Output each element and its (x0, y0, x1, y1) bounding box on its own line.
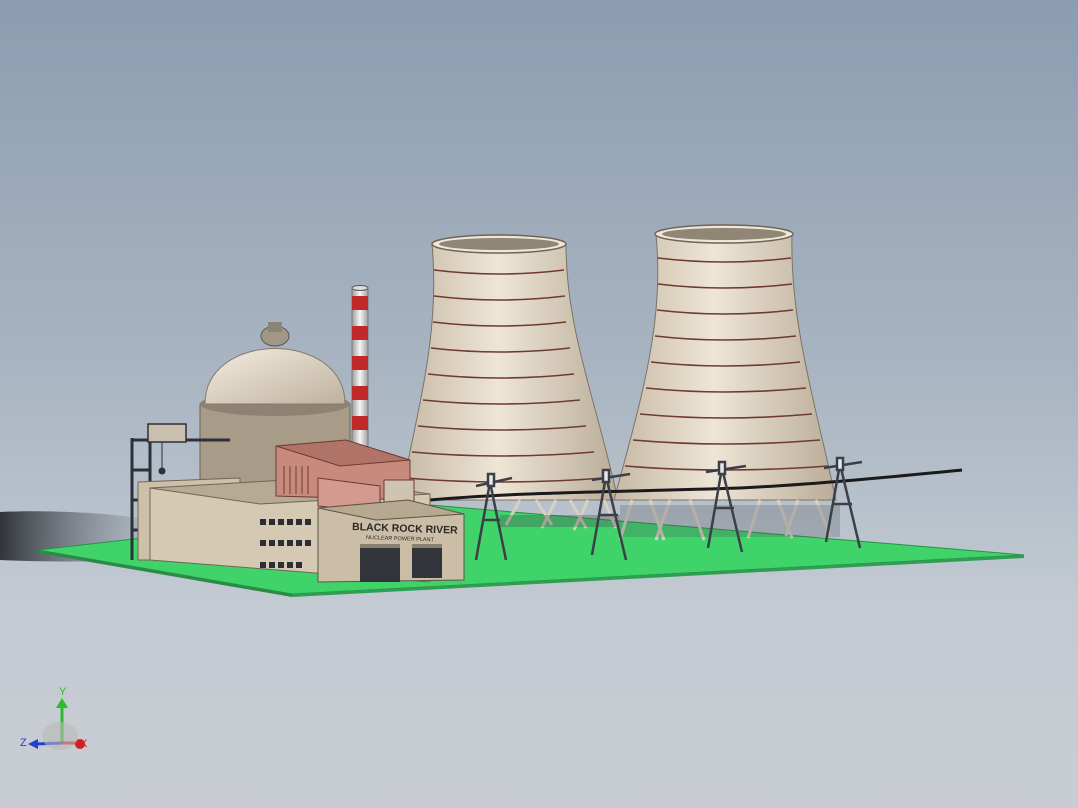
model-viewport[interactable]: BLACK ROCK RIVER NUCLEAR POWER PLANT (0, 0, 1078, 808)
triad-z-label: Z (20, 737, 27, 749)
triad-origin (42, 722, 78, 750)
triad-x-label: X (80, 738, 88, 750)
exhaust-stack (351, 285, 369, 461)
triad-y-label: Y (59, 686, 67, 698)
reference-triad: Y X Z (20, 686, 88, 750)
cooling-tower-left (399, 234, 620, 531)
